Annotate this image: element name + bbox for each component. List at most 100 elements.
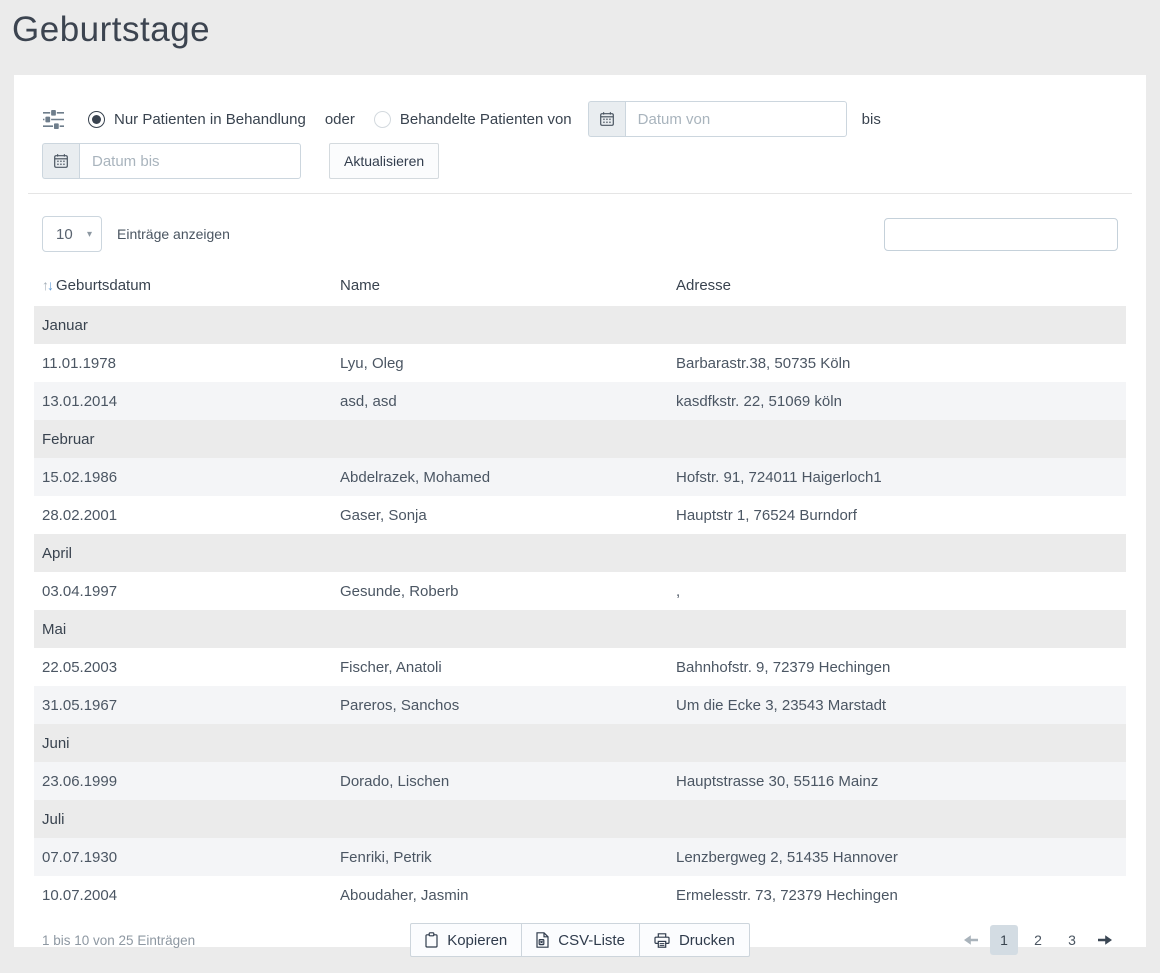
page-button-1[interactable]: 1 (990, 925, 1018, 955)
clipboard-icon (425, 932, 438, 948)
pagination: 123 (750, 925, 1118, 955)
month-label: Mai (34, 610, 1126, 648)
month-group-row: Februar (34, 420, 1126, 458)
radio-treated-patients-label: Behandelte Patienten von (400, 111, 572, 128)
address-cell: Hauptstrasse 30, 55116 Mainz (668, 762, 1126, 800)
table-row: 28.02.2001Gaser, SonjaHauptstr 1, 76524 … (34, 496, 1126, 534)
table-footer: 1 bis 10 von 25 Einträgen Kopieren CSV-Li… (42, 923, 1118, 957)
kopieren-button[interactable]: Kopieren (410, 923, 522, 957)
printer-icon (654, 933, 670, 948)
entries-info: 1 bis 10 von 25 Einträgen (42, 933, 410, 948)
address-cell: Hauptstr 1, 76524 Burndorf (668, 496, 1126, 534)
month-group-row: Januar (34, 306, 1126, 344)
month-label: Juli (34, 800, 1126, 838)
table-row: 31.05.1967Pareros, SanchosUm die Ecke 3,… (34, 686, 1126, 724)
month-group-row: April (34, 534, 1126, 572)
filter-row-1: Nur Patienten in Behandlung oder Behande… (42, 101, 1118, 137)
export-button-label: Kopieren (447, 932, 507, 949)
birthdate-cell: 22.05.2003 (34, 648, 332, 686)
export-button-label: Drucken (679, 932, 735, 949)
export-buttons: Kopieren CSV-Liste Drucken (410, 923, 750, 957)
csv-file-icon (536, 932, 549, 948)
update-button[interactable]: Aktualisieren (329, 143, 439, 179)
birthdate-cell: 07.07.1930 (34, 838, 332, 876)
sort-arrows-icon: ↑↓ (42, 277, 52, 293)
page-button-2[interactable]: 2 (1024, 925, 1052, 955)
birthdate-cell: 11.01.1978 (34, 344, 332, 382)
name-cell: Abdelrazek, Mohamed (332, 458, 668, 496)
csv-liste-button[interactable]: CSV-Liste (521, 923, 640, 957)
birthdate-cell: 23.06.1999 (34, 762, 332, 800)
name-cell: Lyu, Oleg (332, 344, 668, 382)
search-input[interactable] (884, 218, 1118, 251)
table-row: 15.02.1986Abdelrazek, MohamedHofstr. 91,… (34, 458, 1126, 496)
month-group-row: Mai (34, 610, 1126, 648)
radio-patients-in-treatment[interactable] (88, 111, 105, 128)
caret-down-icon: ▾ (87, 229, 92, 240)
calendar-icon[interactable] (42, 143, 79, 179)
filter-row-2: Aktualisieren (42, 143, 1118, 179)
address-cell: Hofstr. 91, 724011 Haigerloch1 (668, 458, 1126, 496)
page-title: Geburtstage (12, 10, 1160, 50)
address-cell: Bahnhofstr. 9, 72379 Hechingen (668, 648, 1126, 686)
table-header-row: ↑↓Geburtsdatum Name Adresse (34, 264, 1126, 306)
radio-treated-patients[interactable] (374, 111, 391, 128)
bis-label: bis (862, 111, 881, 128)
month-label: Juni (34, 724, 1126, 762)
arrow-left-icon[interactable] (958, 925, 984, 955)
date-from-group (588, 101, 847, 137)
column-header-birthdate[interactable]: ↑↓Geburtsdatum (34, 264, 332, 306)
page-size-control: 10 ▾ Einträge anzeigen (42, 216, 230, 252)
month-group-row: Juni (34, 724, 1126, 762)
entries-label: Einträge anzeigen (117, 226, 230, 242)
birthdate-cell: 03.04.1997 (34, 572, 332, 610)
table-row: 10.07.2004Aboudaher, JasminErmelesstr. 7… (34, 876, 1126, 914)
month-label: Februar (34, 420, 1126, 458)
address-cell: Ermelesstr. 73, 72379 Hechingen (668, 876, 1126, 914)
month-label: April (34, 534, 1126, 572)
birthdate-cell: 15.02.1986 (34, 458, 332, 496)
address-cell: Lenzbergweg 2, 51435 Hannover (668, 838, 1126, 876)
address-cell: Barbarastr.38, 50735 Köln (668, 344, 1126, 382)
date-from-input[interactable] (625, 101, 847, 137)
table-row: 07.07.1930Fenriki, PetrikLenzbergweg 2, … (34, 838, 1126, 876)
page-button-3[interactable]: 3 (1058, 925, 1086, 955)
arrow-right-icon[interactable] (1092, 925, 1118, 955)
birthdays-table: ↑↓Geburtsdatum Name Adresse Januar11.01.… (34, 264, 1126, 914)
table-row: 23.06.1999Dorado, LischenHauptstrasse 30… (34, 762, 1126, 800)
name-cell: Gaser, Sonja (332, 496, 668, 534)
filter-sliders-icon (42, 109, 66, 130)
content-card: Nur Patienten in Behandlung oder Behande… (14, 75, 1146, 947)
table-row: 11.01.1978Lyu, OlegBarbarastr.38, 50735 … (34, 344, 1126, 382)
page-size-select[interactable]: 10 ▾ (42, 216, 102, 252)
birthdate-cell: 28.02.2001 (34, 496, 332, 534)
address-cell: kasdfkstr. 22, 51069 köln (668, 382, 1126, 420)
export-button-label: CSV-Liste (558, 932, 625, 949)
name-cell: Gesunde, Roberb (332, 572, 668, 610)
calendar-icon[interactable] (588, 101, 625, 137)
page-size-value: 10 (56, 226, 87, 243)
table-row: 03.04.1997Gesunde, Roberb, (34, 572, 1126, 610)
filter-separator (28, 193, 1132, 194)
name-cell: Dorado, Lischen (332, 762, 668, 800)
date-to-group (42, 143, 301, 179)
table-row: 13.01.2014asd, asdkasdfkstr. 22, 51069 k… (34, 382, 1126, 420)
name-cell: Pareros, Sanchos (332, 686, 668, 724)
address-cell: Um die Ecke 3, 23543 Marstadt (668, 686, 1126, 724)
address-cell: , (668, 572, 1126, 610)
month-group-row: Juli (34, 800, 1126, 838)
birthdate-cell: 31.05.1967 (34, 686, 332, 724)
column-header-name: Name (332, 264, 668, 306)
name-cell: asd, asd (332, 382, 668, 420)
name-cell: Fenriki, Petrik (332, 838, 668, 876)
drucken-button[interactable]: Drucken (639, 923, 750, 957)
birthdate-cell: 10.07.2004 (34, 876, 332, 914)
column-header-address: Adresse (668, 264, 1126, 306)
table-controls: 10 ▾ Einträge anzeigen (42, 216, 1118, 252)
table-body: Januar11.01.1978Lyu, OlegBarbarastr.38, … (34, 306, 1126, 914)
month-label: Januar (34, 306, 1126, 344)
date-to-input[interactable] (79, 143, 301, 179)
birthdate-cell: 13.01.2014 (34, 382, 332, 420)
name-cell: Aboudaher, Jasmin (332, 876, 668, 914)
table-row: 22.05.2003Fischer, AnatoliBahnhofstr. 9,… (34, 648, 1126, 686)
